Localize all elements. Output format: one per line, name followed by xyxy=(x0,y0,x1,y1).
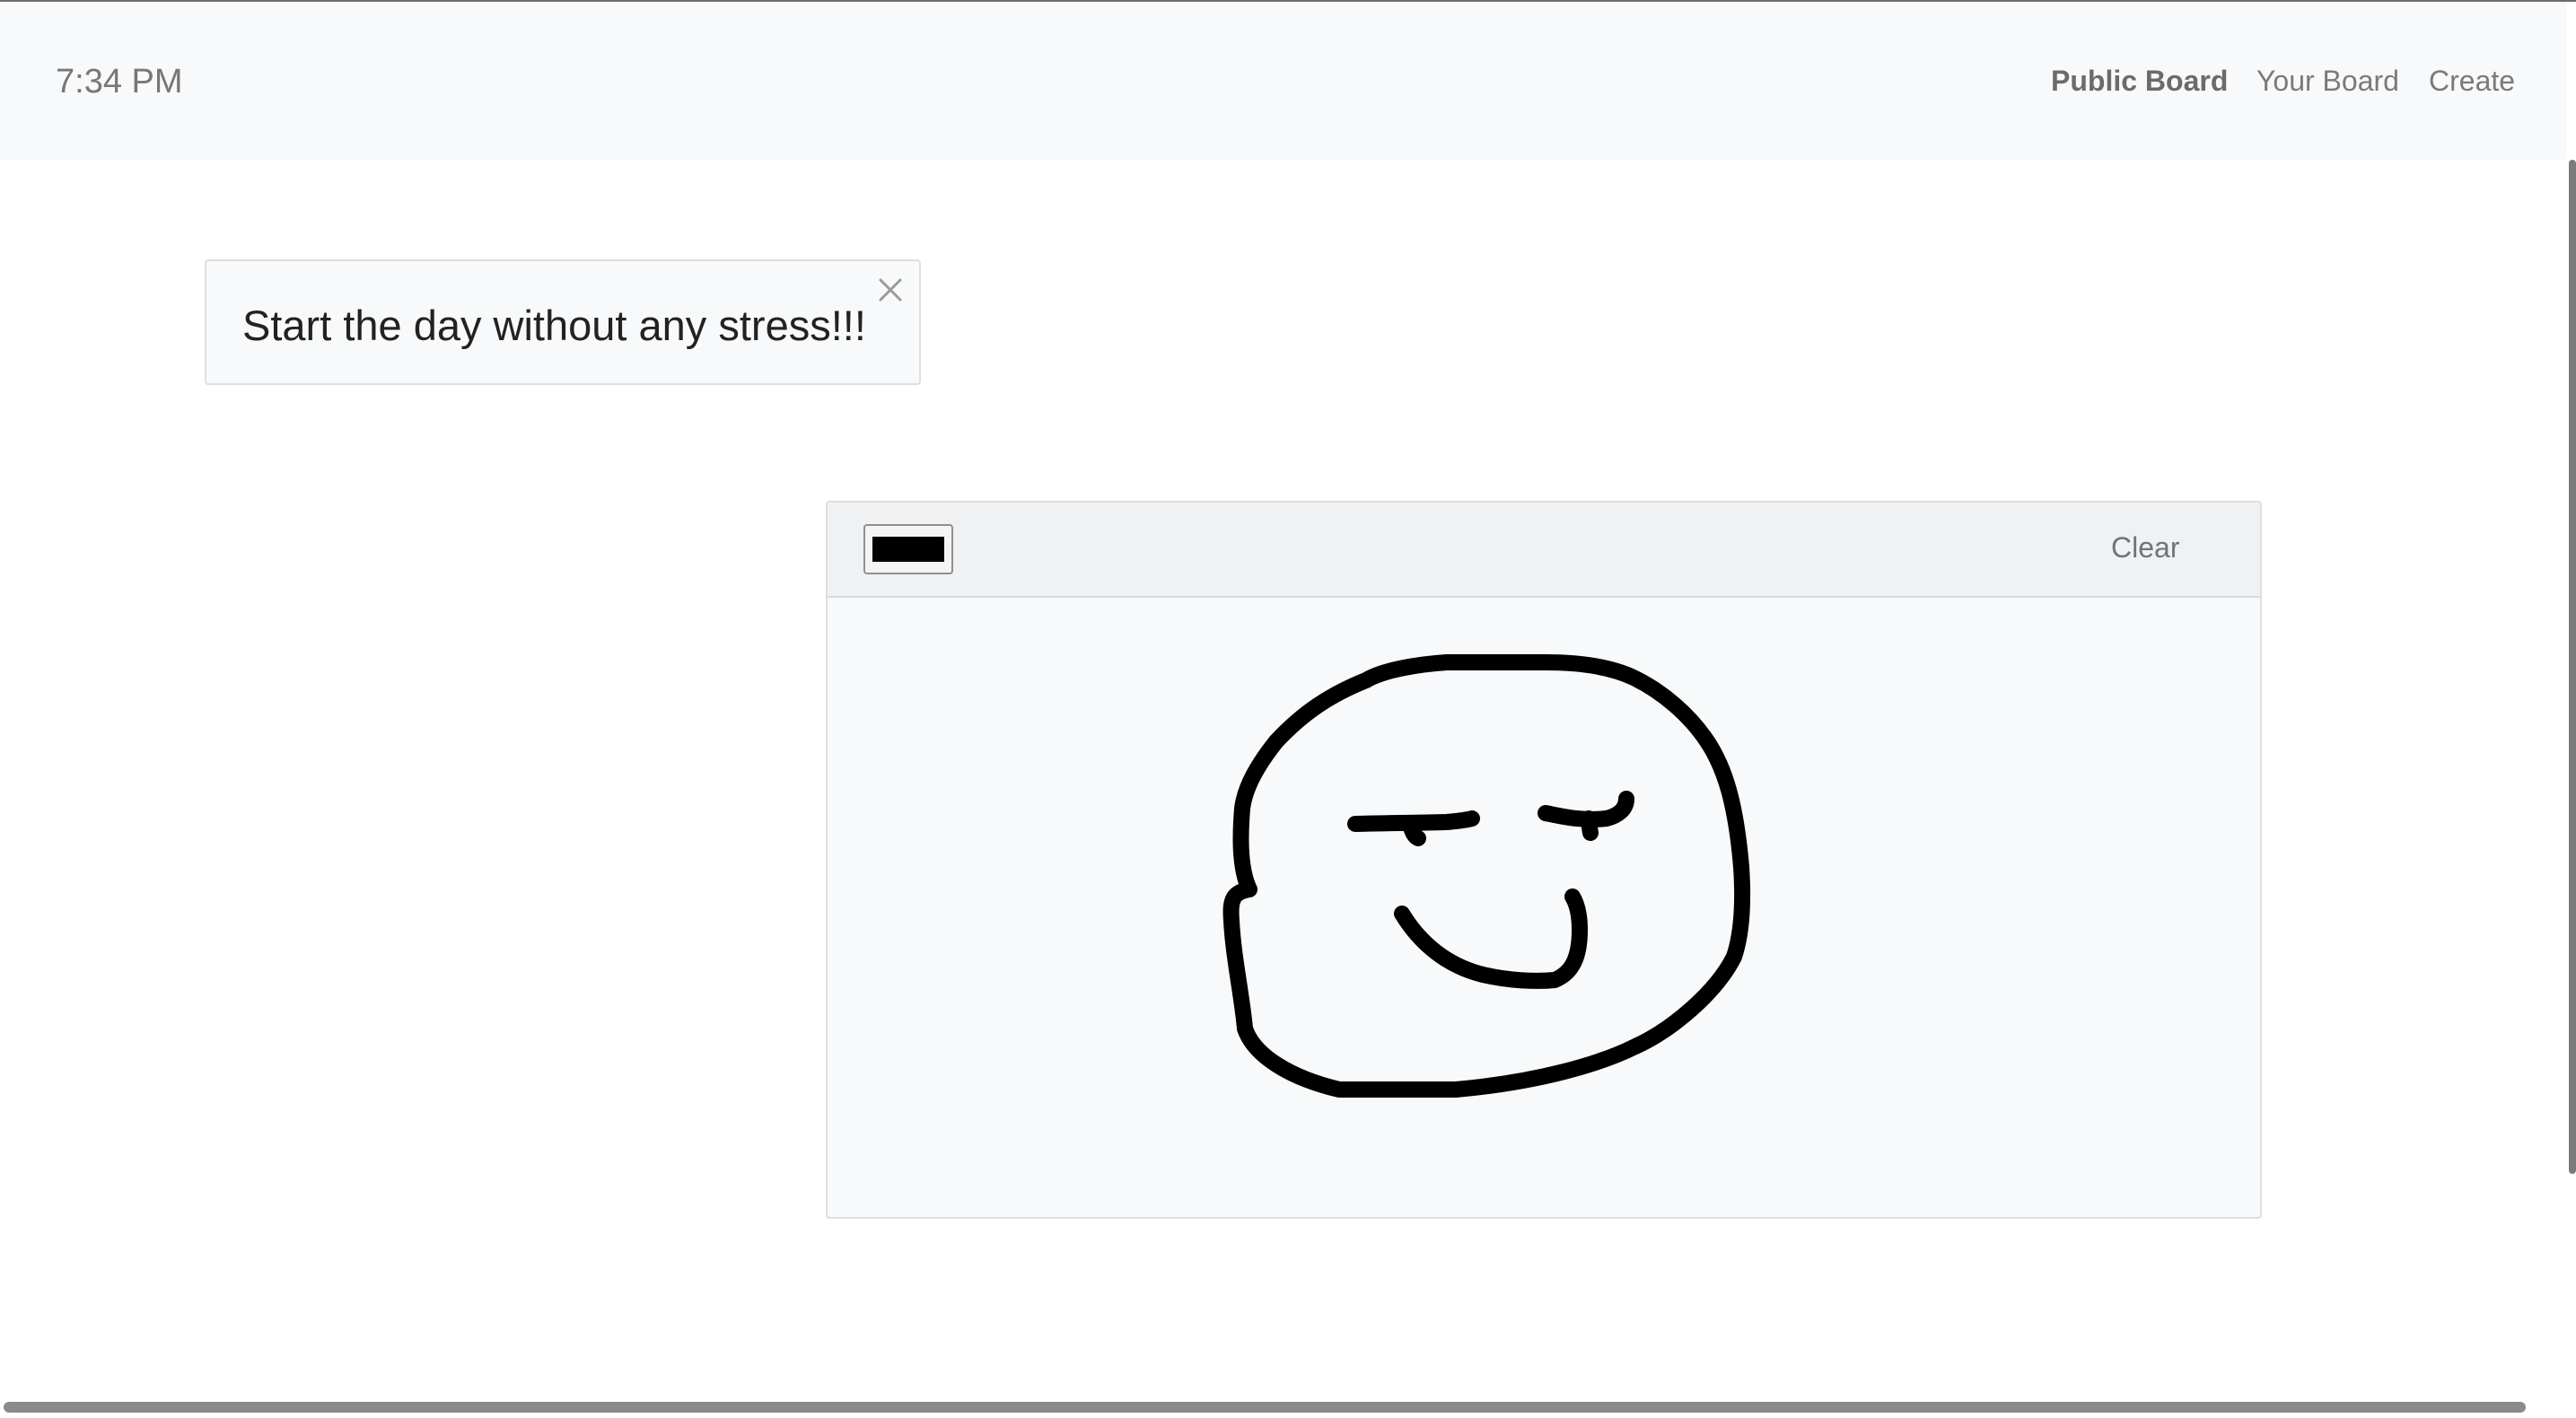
close-icon[interactable] xyxy=(874,274,907,306)
left-eye-tick xyxy=(1403,819,1426,846)
board-toolbar: Clear xyxy=(828,503,2260,598)
navbar: 7:34 PM Public Board Your Board Create xyxy=(0,2,2567,160)
smiley-face-doodle xyxy=(1222,654,1751,1098)
drawing-canvas[interactable] xyxy=(828,598,2260,1217)
smile-stroke xyxy=(1394,888,1588,989)
color-swatch xyxy=(872,537,944,562)
nav-create[interactable]: Create xyxy=(2429,61,2515,101)
nav-public-board[interactable]: Public Board xyxy=(2051,61,2228,101)
horizontal-scrollbar[interactable] xyxy=(4,1402,2526,1413)
clock-time: 7:34 PM xyxy=(56,63,183,101)
alert-message: Start the day without any stress!!! xyxy=(242,302,866,349)
right-eye-tick xyxy=(1581,810,1599,841)
face-outline-stroke xyxy=(1222,654,1751,1098)
nav-your-board[interactable]: Your Board xyxy=(2256,61,2399,101)
clear-button[interactable]: Clear xyxy=(2111,528,2179,567)
color-picker[interactable] xyxy=(863,524,953,574)
message-alert: Start the day without any stress!!! xyxy=(205,259,921,385)
drawing-board: Clear xyxy=(826,501,2262,1219)
vertical-scrollbar[interactable] xyxy=(2569,160,2576,1174)
